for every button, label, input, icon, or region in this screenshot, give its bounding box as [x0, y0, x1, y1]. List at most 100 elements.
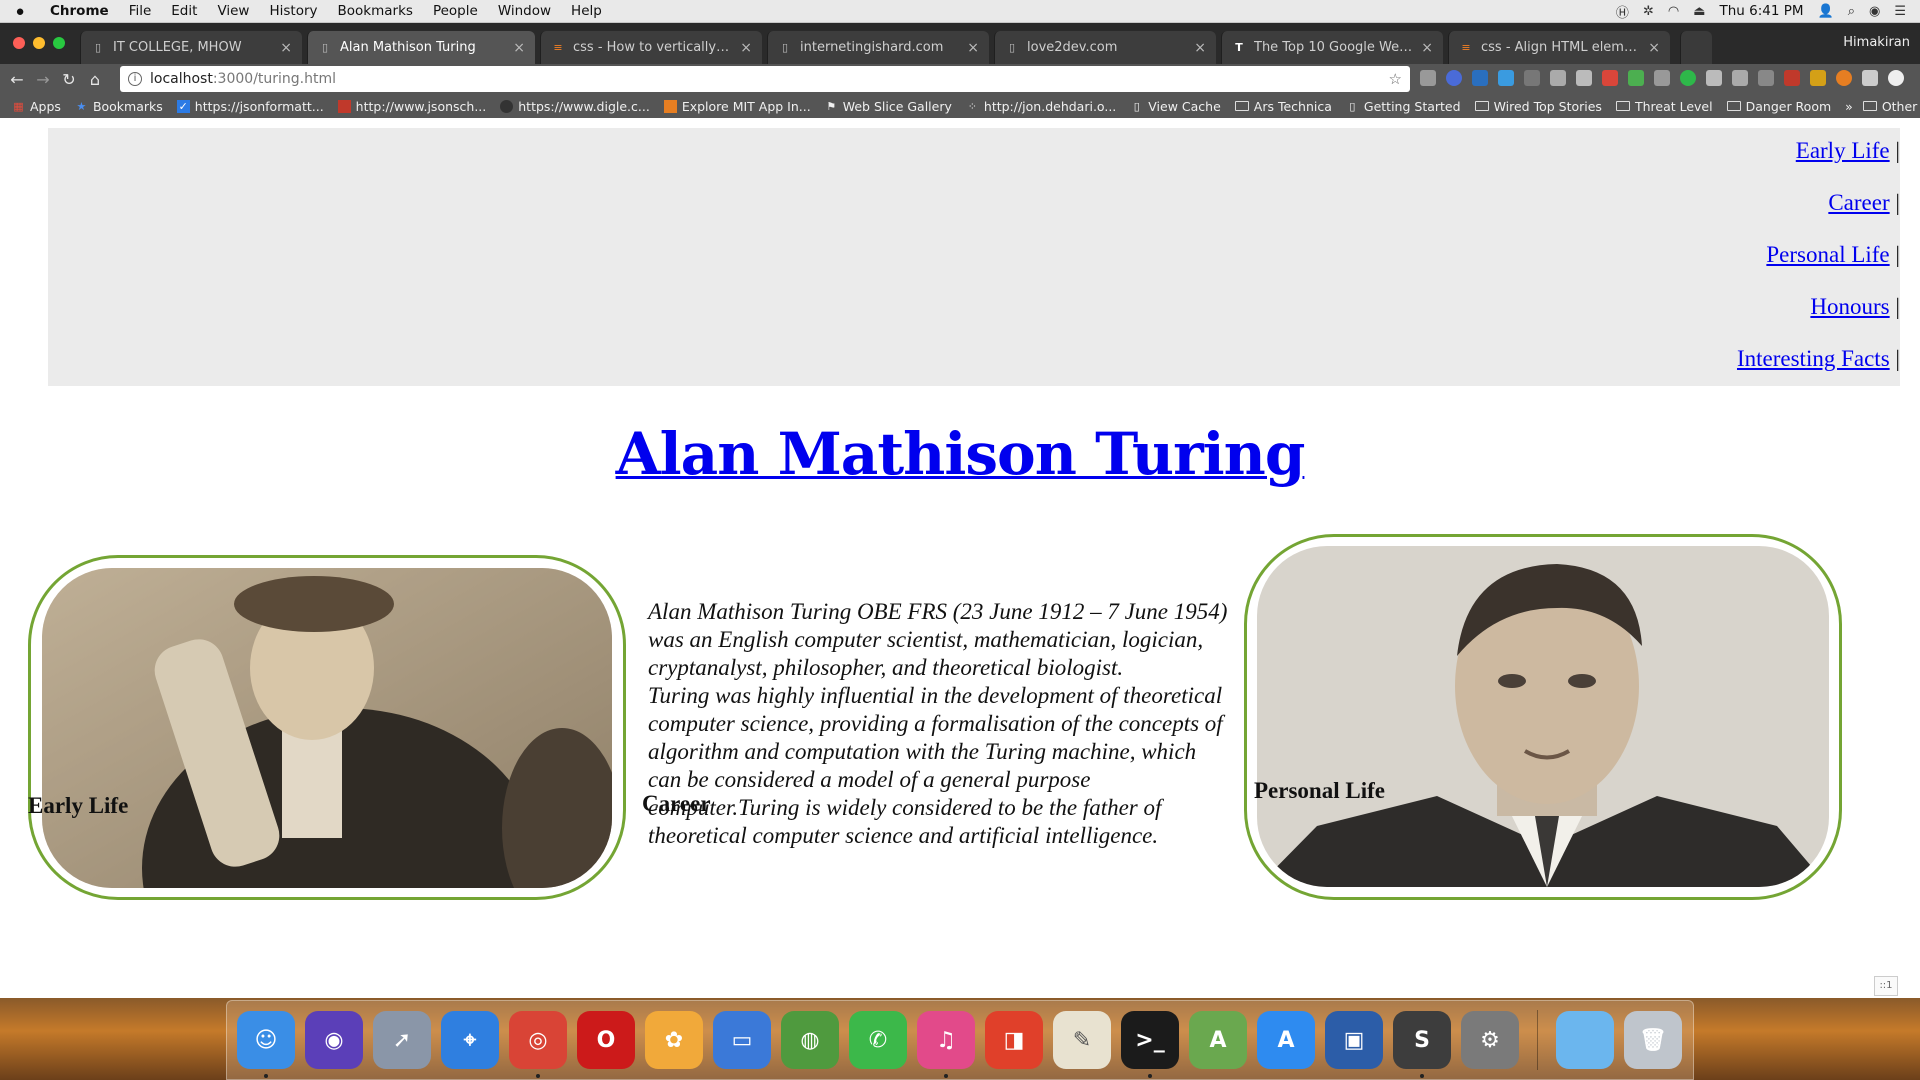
extension-icon[interactable] — [1732, 70, 1748, 86]
wifi-icon[interactable]: ◠ — [1668, 4, 1679, 19]
new-tab-button[interactable] — [1680, 31, 1712, 64]
siri-icon[interactable]: ◉ — [1869, 4, 1880, 19]
bookmarks-overflow-chevron[interactable]: » — [1845, 99, 1853, 114]
close-tab-icon[interactable]: × — [513, 40, 525, 56]
bookmark-star-icon[interactable]: ☆ — [1389, 70, 1402, 88]
nav-link-early-life[interactable]: Early Life — [1796, 138, 1890, 163]
bookmark-mit-app-inventor[interactable]: Explore MIT App In... — [663, 99, 811, 114]
tab-css-align-elements[interactable]: ≡ css - Align HTML elements ho × — [1448, 31, 1670, 64]
nav-link-interesting-facts[interactable]: Interesting Facts — [1737, 346, 1890, 371]
extension-icon[interactable] — [1836, 70, 1852, 86]
page-title-link[interactable]: Alan Mathison Turing — [616, 420, 1306, 488]
menu-history[interactable]: History — [259, 3, 327, 19]
dock-safari-icon[interactable]: ⌖ — [441, 1011, 499, 1069]
dock-textedit-icon[interactable]: ✎ — [1053, 1011, 1111, 1069]
notification-center-icon[interactable]: ☰ — [1894, 4, 1906, 19]
dock-virtualbox-icon[interactable]: ▣ — [1325, 1011, 1383, 1069]
dock-photos-icon[interactable]: ✿ — [645, 1011, 703, 1069]
dock-android-studio-icon[interactable]: A — [1189, 1011, 1247, 1069]
menu-help[interactable]: Help — [561, 3, 612, 19]
extension-icon[interactable] — [1420, 70, 1436, 86]
close-tab-icon[interactable]: × — [740, 40, 752, 56]
back-arrow-icon[interactable]: ← — [4, 70, 30, 89]
bookmark-digle[interactable]: https://www.digle.c... — [500, 99, 650, 114]
close-window-icon[interactable] — [13, 37, 25, 49]
resize-handle[interactable]: ::1 — [1874, 976, 1898, 996]
dock-opera-icon[interactable]: O — [577, 1011, 635, 1069]
close-tab-icon[interactable]: × — [1648, 40, 1660, 56]
bookmark-wired-top-stories[interactable]: Wired Top Stories — [1474, 99, 1602, 114]
dock-terminal-icon[interactable]: >_ — [1121, 1011, 1179, 1078]
dock-system-preferences-icon[interactable]: ⚙ — [1461, 1011, 1519, 1069]
tab-css-vertically-center[interactable]: ≡ css - How to vertically center × — [540, 31, 762, 64]
dock-parallels-icon[interactable]: ◨ — [985, 1011, 1043, 1069]
tab-alan-turing[interactable]: ▯ Alan Mathison Turing × — [307, 31, 535, 64]
forward-arrow-icon[interactable]: → — [30, 70, 56, 89]
dock-sublime-text-icon[interactable]: S — [1393, 1011, 1451, 1078]
extension-icon[interactable] — [1628, 70, 1644, 86]
extension-icon[interactable] — [1602, 70, 1618, 86]
apple-menu-icon[interactable]: ● — [0, 3, 40, 20]
extension-icon[interactable] — [1784, 70, 1800, 86]
tab-internetingishard[interactable]: ▯ internetingishard.com × — [767, 31, 989, 64]
user-icon[interactable]: 👤 — [1818, 4, 1834, 19]
dock-finder-icon[interactable]: ☺ — [237, 1011, 295, 1078]
extension-icon[interactable] — [1654, 70, 1670, 86]
dock-keynote-icon[interactable]: ▭ — [713, 1011, 771, 1069]
extension-icon[interactable] — [1550, 70, 1566, 86]
extension-icon[interactable] — [1472, 70, 1488, 86]
dock-trash-icon[interactable]: 🗑 — [1624, 1011, 1682, 1069]
dock-app-store-icon[interactable]: A — [1257, 1011, 1315, 1069]
close-tab-icon[interactable]: × — [1194, 40, 1206, 56]
extension-icon[interactable] — [1576, 70, 1592, 86]
dock-siri-icon[interactable]: ◉ — [305, 1011, 363, 1069]
menu-kebab-icon[interactable]: ⋮ — [1914, 70, 1920, 86]
minimize-window-icon[interactable] — [33, 37, 45, 49]
tab-google-webfonts[interactable]: T The Top 10 Google Webfonts F × — [1221, 31, 1443, 64]
extension-icon[interactable] — [1706, 70, 1722, 86]
bookmark-jsonschema[interactable]: http://www.jsonsch... — [337, 99, 486, 114]
profile-name[interactable]: Himakiran — [1843, 35, 1910, 50]
extension-icon[interactable] — [1810, 70, 1826, 86]
menu-app-name[interactable]: Chrome — [40, 3, 119, 19]
profile-avatar-icon[interactable] — [1888, 70, 1904, 86]
bluetooth-icon[interactable]: ✲ — [1643, 4, 1654, 19]
menu-file[interactable]: File — [119, 3, 162, 19]
extension-icon[interactable] — [1446, 70, 1462, 86]
bookmark-ars-technica[interactable]: Ars Technica — [1234, 99, 1332, 114]
close-tab-icon[interactable]: × — [1421, 40, 1433, 56]
menu-bookmarks[interactable]: Bookmarks — [328, 3, 423, 19]
home-icon[interactable]: ⌂ — [82, 70, 108, 89]
spotlight-search-icon[interactable]: ⌕ — [1848, 4, 1855, 19]
nav-link-honours[interactable]: Honours — [1810, 294, 1889, 319]
dock-itunes-icon[interactable]: ♫ — [917, 1011, 975, 1078]
bookmark-threat-level[interactable]: Threat Level — [1615, 99, 1713, 114]
extension-icon[interactable] — [1758, 70, 1774, 86]
other-bookmarks[interactable]: Other Bookmarks — [1862, 99, 1920, 114]
zoom-window-icon[interactable] — [53, 37, 65, 49]
bookmark-getting-started[interactable]: ▯ Getting Started — [1346, 99, 1460, 114]
dock-facetime-icon[interactable]: ✆ — [849, 1011, 907, 1069]
reload-icon[interactable]: ↻ — [56, 70, 82, 89]
status-h-icon[interactable]: Ⓗ — [1616, 2, 1629, 21]
info-icon[interactable]: i — [128, 72, 142, 86]
tab-it-college[interactable]: ▯ IT COLLEGE, MHOW × — [80, 31, 302, 64]
extension-icon[interactable] — [1862, 70, 1878, 86]
nav-link-career[interactable]: Career — [1828, 190, 1889, 215]
dock-launchpad-icon[interactable]: ➚ — [373, 1011, 431, 1069]
close-tab-icon[interactable]: × — [967, 40, 979, 56]
eject-icon[interactable]: ⏏ — [1693, 4, 1705, 19]
menu-window[interactable]: Window — [488, 3, 561, 19]
extension-icon[interactable] — [1680, 70, 1696, 86]
bookmark-apps[interactable]: ▦ Apps — [12, 99, 61, 114]
tab-love2dev[interactable]: ▯ love2dev.com × — [994, 31, 1216, 64]
bookmark-jsonformatter[interactable]: ✓ https://jsonformatt... — [176, 99, 324, 114]
address-bar[interactable]: i localhost:3000/turing.html ☆ — [120, 66, 1410, 92]
bookmark-view-cache[interactable]: ▯ View Cache — [1130, 99, 1221, 114]
bookmark-danger-room[interactable]: Danger Room — [1726, 99, 1831, 114]
menu-view[interactable]: View — [207, 3, 259, 19]
menu-people[interactable]: People — [423, 3, 488, 19]
bookmark-dehdari[interactable]: ⁘ http://jon.dehdari.o... — [966, 99, 1117, 114]
bookmark-bookmarks[interactable]: ★ Bookmarks — [75, 99, 163, 114]
dock-globe-icon[interactable]: ◍ — [781, 1011, 839, 1069]
